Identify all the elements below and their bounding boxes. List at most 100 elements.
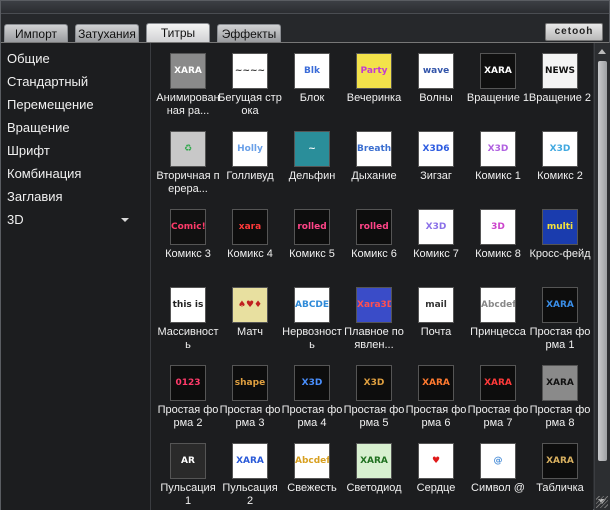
title-style-item[interactable]: xara Комикс 4 [218,201,282,277]
title-style-item[interactable]: this is Массивность [156,279,220,355]
comic-thumb: X3D [418,209,454,245]
comic-thumb: Comic! [170,209,206,245]
title-style-label: Простая форма 8 [529,404,591,429]
title-style-item[interactable]: 0123 Простая форма 2 [156,357,220,433]
sidebar-item-font[interactable]: Шрифт [7,141,139,161]
title-style-item[interactable]: ~~~~ Бегущая строка [218,45,282,121]
sidebar-item-movement[interactable]: Перемещение [7,95,139,115]
title-style-item[interactable]: ♠♥♦ Матч [218,279,282,355]
title-style-label: Комикс 1 [475,170,521,182]
dolphin-thumb: ~ [294,131,330,167]
title-style-item[interactable]: Abcdef Принцесса [466,279,530,355]
title-style-item[interactable]: wave Волны [404,45,468,121]
shape-thumb: XARA [480,365,516,401]
title-style-item[interactable]: multi Кросс-фейд [528,201,592,277]
led-thumb: XARA [356,443,392,479]
title-style-label: Вторичная перера... [156,170,220,195]
sidebar-item-label: 3D [7,212,24,227]
vertical-scrollbar[interactable] [594,43,610,510]
title-style-item[interactable]: ~ Дельфин [280,123,344,199]
title-style-item[interactable]: XARA Вращение 1 [466,45,530,121]
crossfade-thumb: multi [542,209,578,245]
tab-import[interactable]: Импорт [4,24,68,42]
title-style-item[interactable]: XARA Простая форма 1 [528,279,592,355]
title-style-item[interactable]: AR Пульсация 1 [156,435,220,510]
title-style-item[interactable]: mail Почта [404,279,468,355]
shape-thumb: XARA [542,287,578,323]
title-style-label: Простая форма 2 [157,404,219,429]
rotate-thumb: NEWS [542,53,578,89]
title-style-item[interactable]: X3D6 Зигзаг [404,123,468,199]
title-style-label: Светодиод [346,482,402,494]
title-style-item[interactable]: XARA Анимированная ра... [156,45,220,121]
title-style-label: Блок [299,92,325,104]
title-style-label: Простая форма 4 [281,404,343,429]
title-style-item[interactable]: Holly Голливуд [218,123,282,199]
title-style-item[interactable]: X3D Простая форма 5 [342,357,406,433]
title-style-item[interactable]: Comic! Комикс 3 [156,201,220,277]
title-style-item[interactable]: rolled Комикс 5 [280,201,344,277]
title-style-label: Простая форма 7 [467,404,529,429]
sidebar-item-standard[interactable]: Стандартный [7,72,139,92]
heart-thumb: ♥ [418,443,454,479]
title-style-item[interactable]: XARA Светодиод [342,435,406,510]
title-style-item[interactable]: Blk Блок [280,45,344,121]
tab-transitions[interactable]: Затухания [75,24,139,42]
title-style-item[interactable]: ABCDEF Нервозность [280,279,344,355]
tab-titles[interactable]: Титры [146,23,210,43]
title-style-item[interactable]: shape Простая форма 3 [218,357,282,433]
title-style-label: Простая форма 5 [343,404,405,429]
title-style-item[interactable]: XARA Простая форма 8 [528,357,592,433]
title-style-item[interactable]: XARA Простая форма 7 [466,357,530,433]
scroll-up-arrow-icon[interactable] [597,46,608,57]
shape-thumb: X3D [356,365,392,401]
title-style-item[interactable]: XARA Простая форма 6 [404,357,468,433]
sidebar-item-headings[interactable]: Заглавия [7,187,139,207]
title-style-grid: XARA Анимированная ра... ~~~~ Бегущая строк… [151,43,593,510]
title-style-label: Зигзаг [420,170,452,182]
title-style-item[interactable]: X3D Комикс 7 [404,201,468,277]
title-style-label: Нервозность [282,326,342,351]
title-style-item[interactable]: Party Вечеринка [342,45,406,121]
title-style-label: Матч [237,326,263,338]
scroll-thumb[interactable] [598,61,607,461]
title-style-item[interactable]: XARA Табличка [528,435,592,510]
title-style-item[interactable]: X3D Комикс 1 [466,123,530,199]
chevron-down-icon[interactable] [121,218,129,222]
title-style-label: Простая форма 3 [219,404,281,429]
title-style-item[interactable]: ♻ Вторичная перера... [156,123,220,199]
title-style-item[interactable]: 3D Комикс 8 [466,201,530,277]
breath-thumb: Breath [356,131,392,167]
nervous-thumb: ABCDEF [294,287,330,323]
title-style-label: Свежесть [287,482,337,494]
title-style-label: Голливуд [226,170,274,182]
title-style-label: Бегущая строка [218,92,282,117]
sidebar-item-general[interactable]: Общие [7,49,139,69]
title-style-item[interactable]: NEWS Вращение 2 [528,45,592,121]
title-style-item[interactable]: XARA Пульсация 2 [218,435,282,510]
zigzag-thumb: X3D6 [418,131,454,167]
title-style-item[interactable]: Abcdef Свежесть [280,435,344,510]
tab-effects[interactable]: Эффекты [217,24,281,42]
resize-grip-icon[interactable] [596,496,608,508]
sidebar-item-3d[interactable]: 3D [7,210,139,230]
title-style-item[interactable]: ♥ Сердце [404,435,468,510]
title-style-item[interactable]: rolled Комикс 6 [342,201,406,277]
title-style-item[interactable]: @ Символ @ [466,435,530,510]
comic-thumb: 3D [480,209,516,245]
massive-thumb: this is [170,287,206,323]
title-style-item[interactable]: X3D Простая форма 4 [280,357,344,433]
content-area: Общие Стандартный Перемещение Вращение Ш… [1,42,610,510]
title-style-label: Комикс 7 [413,248,459,260]
title-style-item[interactable]: Breath Дыхание [342,123,406,199]
title-style-item[interactable]: X3D Комикс 2 [528,123,592,199]
sidebar-item-combination[interactable]: Комбинация [7,164,139,184]
sidebar-item-rotation[interactable]: Вращение [7,118,139,138]
title-style-item[interactable]: Xara3D Плавное появлен... [342,279,406,355]
title-style-label: Комикс 4 [227,248,273,260]
rotate-thumb: XARA [480,53,516,89]
sign-thumb: XARA [542,443,578,479]
title-style-label: Вращение 2 [528,92,592,104]
comic-thumb: rolled [294,209,330,245]
title-style-label: Волны [419,92,453,104]
